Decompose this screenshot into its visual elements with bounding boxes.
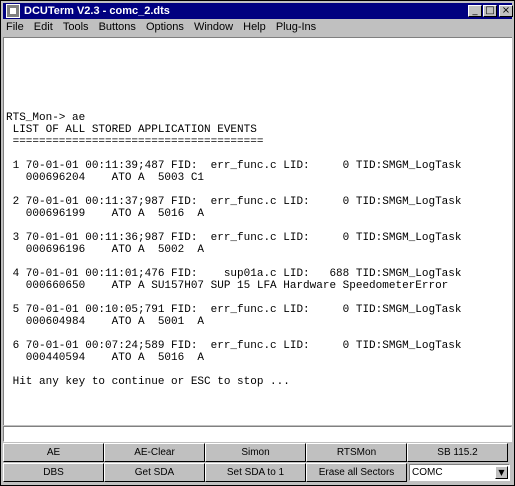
terminal-line: LIST OF ALL STORED APPLICATION EVENTS [6,124,257,136]
ae-button[interactable]: AE [3,443,104,462]
title-bar[interactable]: DCUTerm V2.3 - comc_2.dts _ □ × [3,3,513,19]
menu-plugins[interactable]: Plug-Ins [276,21,316,33]
terminal-line: 000604984 ATO A 5001 A [6,316,205,328]
port-select[interactable]: COMC ▼ [409,464,510,481]
terminal-line: RTS_Mon-> ae [6,112,86,124]
menu-bar: File Edit Tools Buttons Options Window H… [3,19,512,36]
terminal-line: 000696204 ATO A 5003 C1 [6,172,205,184]
menu-file[interactable]: File [6,21,24,33]
menu-help[interactable]: Help [243,21,266,33]
simon-button[interactable]: Simon [205,443,306,462]
terminal-line: 1 70-01-01 00:11:39;487 FID: err_func.c … [6,160,462,172]
terminal-line: ====================================== [6,136,264,148]
terminal-line: 000660650 ATP A SU157H07 SUP 15 LFA Hard… [6,280,449,292]
terminal-line: 6 70-01-01 00:07:24;589 FID: err_func.c … [6,340,462,352]
set-sda-button[interactable]: Set SDA to 1 [205,463,306,482]
terminal-line: Hit any key to continue or ESC to stop .… [6,376,290,388]
terminal-line: 4 70-01-01 00:11:01;476 FID: sup01a.c LI… [6,268,462,280]
terminal-line: 2 70-01-01 00:11:37;987 FID: err_func.c … [6,196,462,208]
menu-options[interactable]: Options [146,21,184,33]
sb-115-2-button[interactable]: SB 115.2 [407,443,508,462]
port-select-value: COMC [412,467,443,478]
dropdown-arrow-icon[interactable]: ▼ [495,466,508,479]
terminal-line: 5 70-01-01 00:10:05;791 FID: err_func.c … [6,304,462,316]
rtsmon-button[interactable]: RTSMon [306,443,407,462]
app-icon[interactable] [6,4,20,18]
minimize-button[interactable]: _ [468,5,482,17]
maximize-button[interactable]: □ [483,5,497,17]
menu-edit[interactable]: Edit [34,21,53,33]
menu-window[interactable]: Window [194,21,233,33]
terminal-line: 000440594 ATO A 5016 A [6,352,205,364]
menu-buttons[interactable]: Buttons [99,21,136,33]
terminal-line: 000696199 ATO A 5016 A [6,208,205,220]
close-button[interactable]: × [499,5,513,17]
window-title: DCUTerm V2.3 - comc_2.dts [24,5,170,17]
ae-clear-button[interactable]: AE-Clear [104,443,205,462]
terminal-line: 000696196 ATO A 5002 A [6,244,205,256]
menu-tools[interactable]: Tools [63,21,89,33]
dbs-button[interactable]: DBS [3,463,104,482]
app-window: DCUTerm V2.3 - comc_2.dts _ □ × File Edi… [0,0,515,486]
terminal-line: 3 70-01-01 00:11:36;987 FID: err_func.c … [6,232,462,244]
get-sda-button[interactable]: Get SDA [104,463,205,482]
terminal-text: RTS_Mon-> ae LIST OF ALL STORED APPLICAT… [6,112,461,388]
erase-all-sectors-button[interactable]: Erase all Sectors [306,463,407,482]
command-input[interactable] [3,426,512,442]
terminal-output[interactable]: RTS_Mon-> ae LIST OF ALL STORED APPLICAT… [3,37,512,425]
